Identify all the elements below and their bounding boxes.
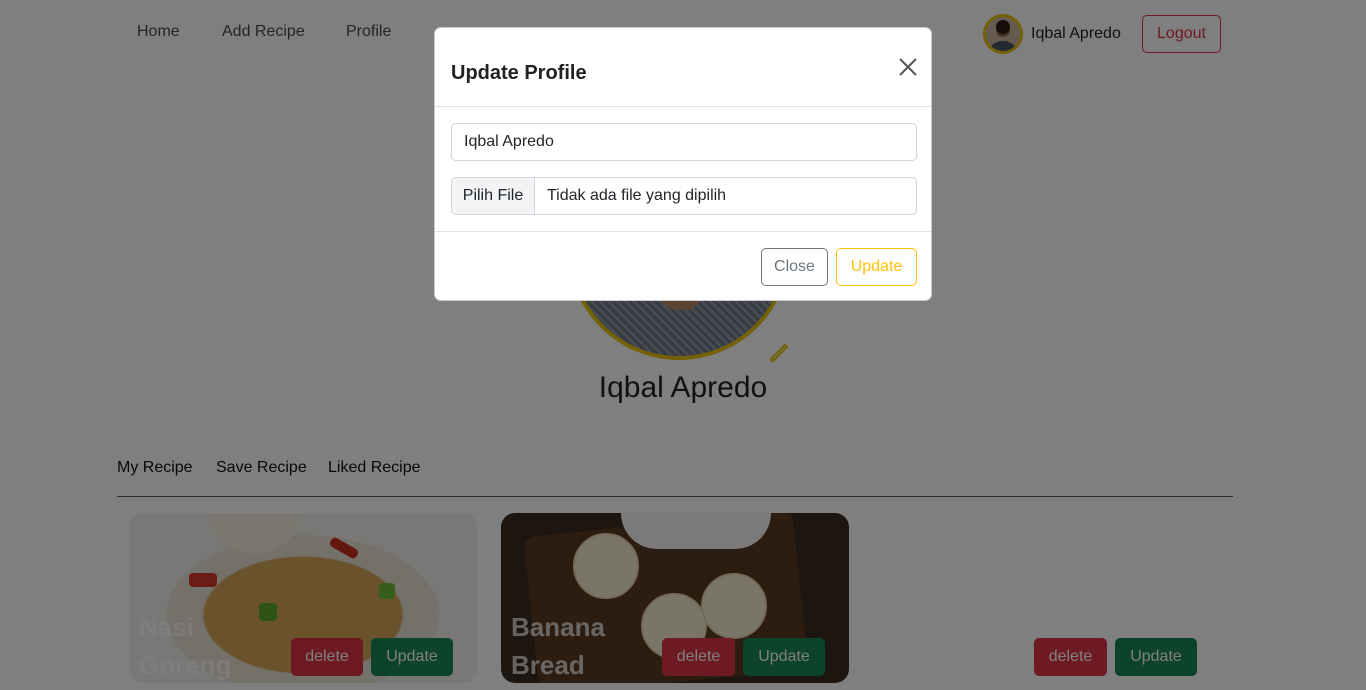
update-profile-button[interactable]: Update	[836, 248, 917, 286]
close-button[interactable]: Close	[761, 248, 828, 286]
modal-header: Update Profile	[435, 28, 931, 107]
file-status: Tidak ada file yang dipilih	[547, 187, 727, 204]
modal-close-button[interactable]	[897, 56, 919, 78]
update-profile-modal: Update Profile Pilih File Tidak ada file…	[434, 27, 932, 301]
modal-title: Update Profile	[451, 62, 587, 84]
choose-file-button[interactable]: Pilih File	[452, 178, 535, 214]
modal-footer: Close Update	[435, 231, 931, 301]
close-icon	[899, 58, 917, 76]
file-input[interactable]: Pilih File Tidak ada file yang dipilih	[451, 177, 917, 215]
name-input[interactable]	[451, 123, 917, 161]
